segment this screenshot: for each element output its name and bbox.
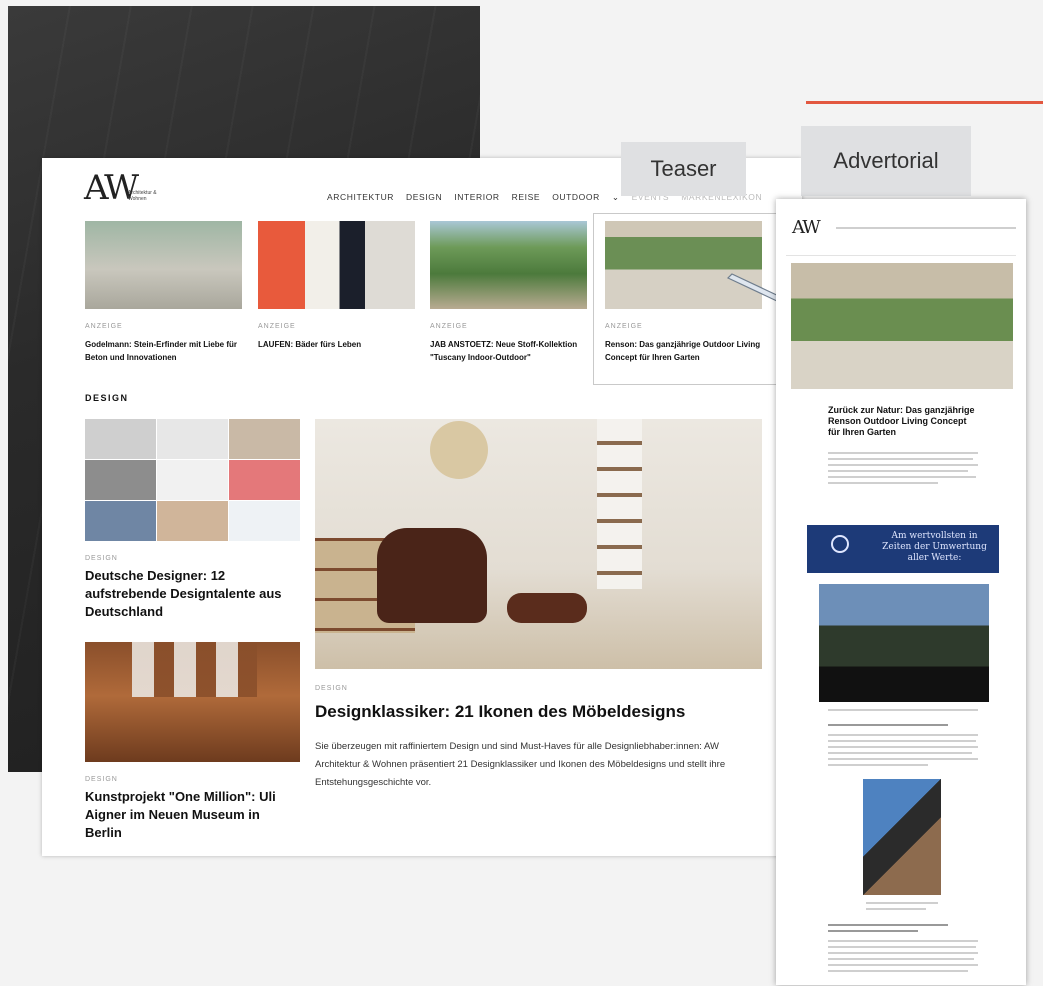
nav-item-interior[interactable]: INTERIOR (454, 192, 499, 203)
section-title: DESIGN (85, 393, 129, 403)
teaser-image-3[interactable] (430, 221, 587, 309)
bookcase-decoration (597, 419, 642, 589)
nav-item-outdoor[interactable]: OUTDOOR (552, 192, 600, 203)
text-line (828, 740, 976, 742)
text-line (828, 709, 978, 711)
text-line (828, 482, 938, 484)
ad-banner-text: Am wertvollsten in Zeiten der Umwertung … (882, 531, 987, 563)
teaser-kicker: ANZEIGE (258, 323, 296, 330)
teaser-kicker: ANZEIGE (430, 323, 468, 330)
article-kicker: DESIGN (85, 776, 118, 783)
text-line (866, 908, 926, 910)
window-decoration (132, 642, 257, 697)
text-line (828, 970, 968, 972)
text-line (828, 746, 978, 748)
advertorial-hero-image[interactable] (791, 263, 1013, 389)
text-line (828, 930, 918, 932)
nav-item-reise[interactable]: REISE (512, 192, 541, 203)
teaser-kicker: ANZEIGE (85, 323, 123, 330)
article-title[interactable]: Deutsche Designer: 12 aufstrebende Desig… (85, 567, 300, 621)
site-logo[interactable]: AW (84, 168, 139, 208)
text-line (866, 902, 938, 904)
text-line (828, 940, 978, 942)
chevron-down-icon[interactable]: ⌄ (612, 192, 620, 203)
article-kicker: DESIGN (85, 555, 118, 562)
advertorial-nav (836, 227, 1016, 229)
text-line (828, 958, 974, 960)
teaser-title[interactable]: JAB ANSTOETZ: Neue Stoff-Kollektion "Tus… (430, 338, 595, 364)
teaser-image-1[interactable] (85, 221, 242, 309)
feature-body: Sie überzeugen mit raffiniertem Design u… (315, 741, 726, 788)
wall-clock-decoration (430, 421, 488, 479)
text-line (828, 764, 928, 766)
ad-banner[interactable]: Am wertvollsten in Zeiten der Umwertung … (807, 525, 999, 573)
text-line (828, 952, 978, 954)
text-line (828, 470, 968, 472)
text-line (828, 758, 978, 760)
text-line (828, 458, 973, 460)
article-kicker: DESIGN (315, 685, 348, 692)
text-line (828, 924, 948, 926)
text-line (828, 964, 978, 966)
teaser-title[interactable]: LAUFEN: Bäder fürs Leben (258, 338, 418, 351)
text-line (828, 464, 978, 466)
text-line (828, 476, 976, 478)
teaser-label: Teaser (621, 142, 746, 196)
ad-banner-logo-icon (831, 535, 849, 553)
designer-portrait-grid[interactable] (85, 419, 300, 541)
advertorial-headline[interactable]: Zurück zur Natur: Das ganzjährige Renson… (828, 405, 978, 438)
article-title[interactable]: Kunstprojekt "One Million": Uli Aigner i… (85, 788, 300, 842)
text-line (828, 452, 978, 454)
text-line (828, 734, 978, 736)
advertorial-house-image[interactable] (819, 584, 989, 702)
advertorial-page: AW Zurück zur Natur: Das ganzjährige Ren… (776, 199, 1026, 985)
ottoman-decoration (507, 593, 587, 623)
lounge-chair-decoration (377, 528, 487, 623)
site-logo-subtitle: Architektur & Wohnen (128, 190, 157, 202)
nav-item-architektur[interactable]: ARCHITEKTUR (327, 192, 394, 203)
advertorial-pool-image[interactable] (863, 779, 941, 895)
teaser-title[interactable]: Godelmann: Stein-Erfinder mit Liebe für … (85, 338, 245, 364)
text-line (828, 752, 972, 754)
advertorial-divider (786, 255, 1016, 256)
text-line (828, 946, 976, 948)
advertorial-logo[interactable]: AW (792, 217, 821, 238)
feature-title[interactable]: Designklassiker: 21 Ikonen des Möbeldesi… (315, 701, 755, 723)
nav-item-design[interactable]: DESIGN (406, 192, 442, 203)
accent-line (806, 101, 1043, 104)
teaser-image-2[interactable] (258, 221, 415, 309)
text-line (828, 724, 948, 726)
advertorial-label: Advertorial (801, 126, 971, 196)
